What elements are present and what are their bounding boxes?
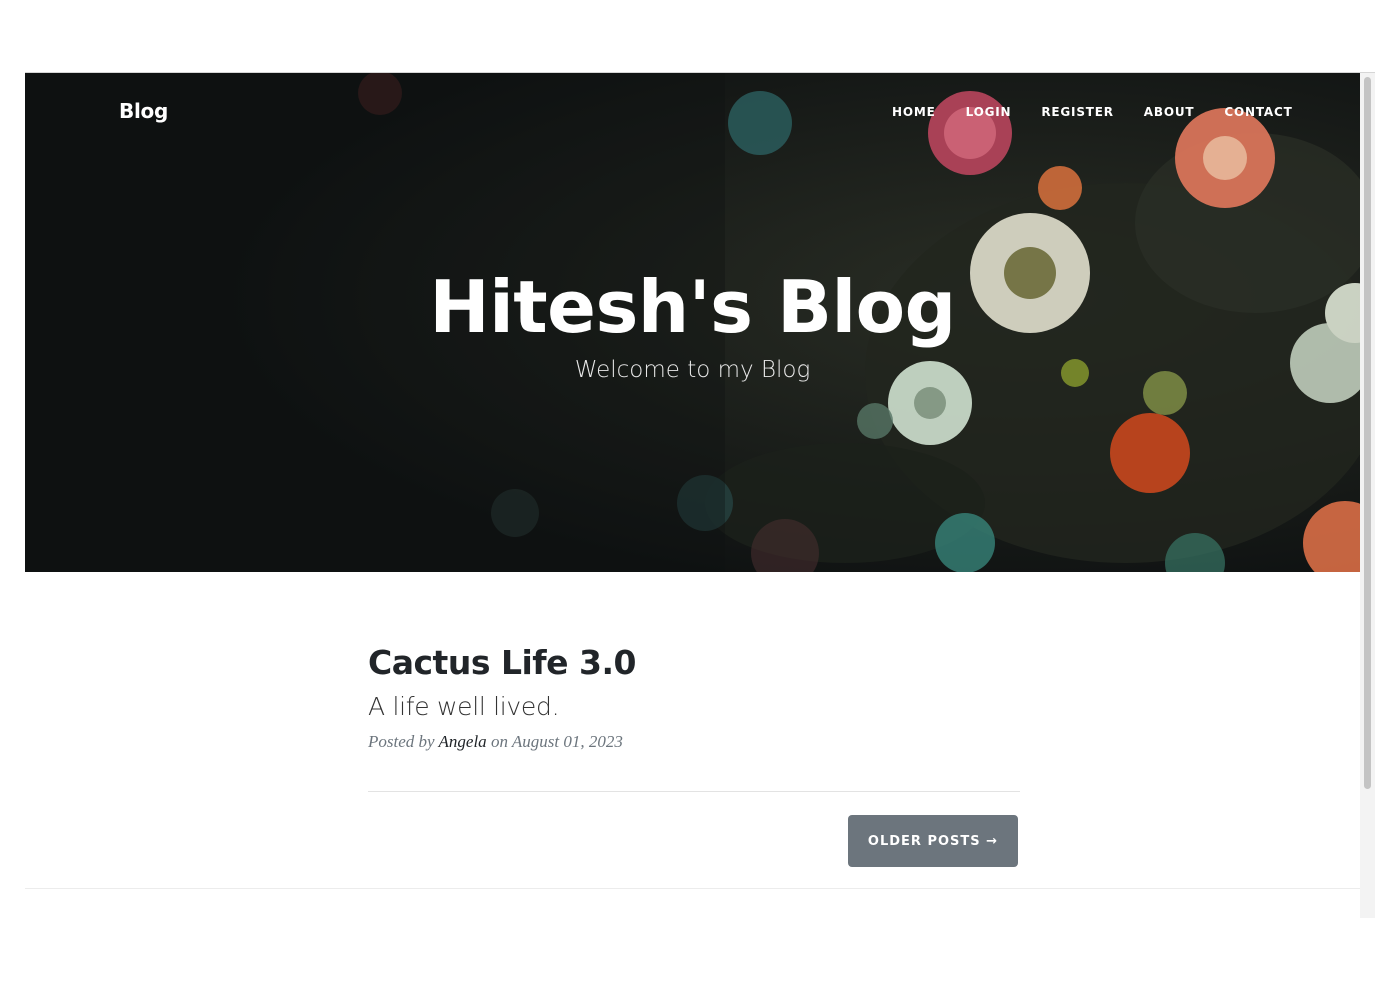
post-meta-prefix: Posted by [368, 732, 435, 751]
nav-link-about[interactable]: ABOUT [1144, 105, 1195, 119]
post-author-link[interactable]: Angela [439, 732, 487, 751]
post-title-link[interactable]: Cactus Life 3.0 [368, 643, 1020, 682]
post-date: August 01, 2023 [511, 732, 623, 751]
footer-divider [25, 888, 1360, 889]
nav-link-login[interactable]: LOGIN [966, 105, 1012, 119]
post-subtitle: A life well lived. [368, 692, 560, 721]
hero-title: Hitesh's Blog [429, 265, 956, 349]
vertical-scrollbar[interactable] [1360, 73, 1375, 918]
masthead: Blog HOME LOGIN REGISTER ABOUT CONTACT H… [25, 73, 1360, 572]
main-nav: HOME LOGIN REGISTER ABOUT CONTACT [892, 105, 1323, 119]
nav-link-home[interactable]: HOME [892, 105, 936, 119]
scrollbar-thumb[interactable] [1364, 77, 1371, 789]
post-preview: Cactus Life 3.0 A life well lived. Poste… [368, 643, 1020, 752]
post-meta: Posted by Angela on August 01, 2023 [368, 732, 1020, 752]
nav-link-register[interactable]: REGISTER [1041, 105, 1113, 119]
post-meta-on: on [490, 732, 508, 751]
post-divider [368, 791, 1020, 792]
browser-viewport: Blog HOME LOGIN REGISTER ABOUT CONTACT H… [25, 72, 1375, 918]
hero-subtitle: Welcome to my Blog [574, 357, 811, 383]
nav-brand-link[interactable]: Blog [119, 99, 168, 123]
older-posts-button[interactable]: OLDER POSTS → [848, 815, 1018, 867]
nav-link-contact[interactable]: CONTACT [1224, 105, 1292, 119]
